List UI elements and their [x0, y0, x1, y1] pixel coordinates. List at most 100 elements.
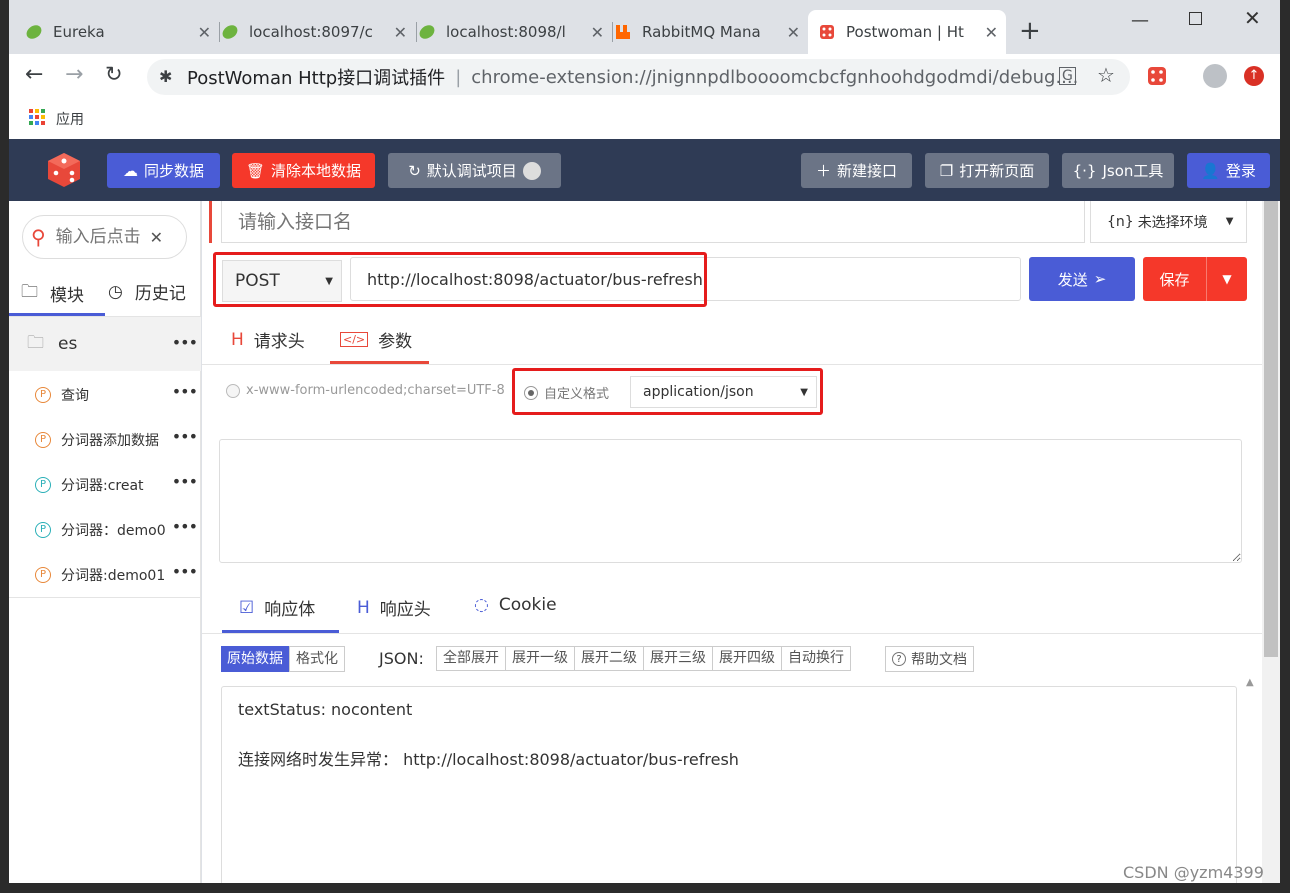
forward-icon[interactable]: → [65, 62, 83, 87]
auto-wrap-button[interactable]: 自动换行 [782, 646, 851, 671]
save-button[interactable]: 保存 [1143, 257, 1206, 301]
more-icon[interactable]: ••• [172, 427, 198, 446]
json-button-group: 全部展开 展开一级 展开二级 展开三级 展开四级 自动换行 [436, 646, 851, 671]
post-method-icon: P [35, 476, 51, 493]
postwoman-logo-icon [45, 151, 83, 193]
caret-down-icon: ▼ [1222, 272, 1232, 286]
chrome-badge-icon [522, 161, 541, 180]
address-bar[interactable]: ✱ PostWoman Http接口调试插件 | chrome-extensio… [147, 59, 1130, 95]
json-tool-button[interactable]: {·} Json工具 [1062, 153, 1174, 188]
list-item[interactable]: P 分词器添加数据 ••• [9, 417, 201, 462]
dice-icon[interactable] [1147, 66, 1167, 90]
sync-button[interactable]: ☁ 同步数据 [107, 153, 220, 188]
close-icon[interactable]: ✕ [591, 23, 604, 42]
tab-params[interactable]: </> 参数 [340, 327, 412, 352]
translate-icon[interactable]: G [1059, 67, 1076, 85]
more-icon[interactable]: ••• [172, 517, 198, 536]
rabbitmq-icon [614, 23, 632, 41]
spring-leaf-icon [418, 23, 436, 41]
environment-select[interactable]: {n} 未选择环境 ▼ [1090, 201, 1247, 243]
list-item[interactable]: P 分词器：demo0 ••• [9, 507, 201, 552]
json-label: JSON: [379, 649, 424, 668]
clear-search-icon[interactable]: ✕ [150, 228, 163, 247]
tab-title: RabbitMQ Mana [642, 23, 761, 41]
tab-localhost-8098[interactable]: localhost:8098/l ✕ [418, 10, 612, 54]
tab-history[interactable]: ◷ 历史记 [108, 279, 186, 305]
dice-icon [818, 23, 836, 41]
save-dropdown-button[interactable]: ▼ [1206, 257, 1247, 301]
form-urlencoded-radio[interactable]: x-www-form-urlencoded;charset=UTF-8 [226, 383, 505, 398]
star-icon[interactable]: ☆ [1097, 63, 1115, 87]
tab-cookie[interactable]: ◌ Cookie [474, 595, 557, 615]
expand-all-button[interactable]: 全部展开 [437, 646, 506, 671]
apps-grid-icon[interactable] [29, 109, 45, 125]
tab-rabbitmq[interactable]: RabbitMQ Mana ✕ [614, 10, 808, 54]
expand-level4-button[interactable]: 展开四级 [713, 646, 782, 671]
folder-es[interactable]: 🗀 es ••• [9, 317, 201, 371]
tab-eureka[interactable]: Eureka ✕ [25, 10, 219, 54]
address-title: PostWoman Http接口调试插件 [187, 68, 446, 89]
watermark: CSDN @yzm4399 [1123, 863, 1264, 882]
apps-label[interactable]: 应用 [56, 109, 84, 129]
reload-icon[interactable]: ↻ [105, 62, 123, 86]
address-url: chrome-extension://jnignnpdlboooomcbcfgn… [471, 66, 1079, 88]
bookmarks-bar: 应用 [9, 99, 1280, 139]
close-icon[interactable]: ✕ [394, 23, 407, 42]
tab-request-headers[interactable]: H 请求头 [231, 327, 305, 353]
send-button[interactable]: 发送 ➢ [1029, 257, 1135, 301]
help-docs-button[interactable]: ? 帮助文档 [885, 646, 974, 672]
more-icon[interactable]: ••• [172, 382, 198, 401]
back-icon[interactable]: ← [25, 62, 43, 87]
clear-local-button[interactable]: 🗑 清除本地数据 [232, 153, 375, 188]
highlight-box [213, 252, 707, 307]
help-icon: ? [892, 652, 906, 666]
expand-level3-button[interactable]: 展开三级 [644, 646, 713, 671]
close-icon[interactable]: ✕ [198, 23, 211, 42]
raw-data-button[interactable]: 原始数据 [221, 646, 289, 672]
tab-modules[interactable]: 🗀 模块 [21, 279, 84, 308]
search-box[interactable]: ⚲ ✕ [22, 215, 187, 259]
expand-level2-button[interactable]: 展开二级 [575, 646, 644, 671]
maximize-button[interactable] [1189, 12, 1202, 25]
tab-title: Eureka [53, 23, 105, 41]
close-window-button[interactable]: ✕ [1244, 6, 1261, 30]
checkbox-icon: ☑ [239, 597, 255, 618]
update-icon[interactable]: ↑ [1244, 66, 1264, 86]
more-icon[interactable]: ••• [172, 562, 198, 581]
tab-localhost-8097[interactable]: localhost:8097/c ✕ [221, 10, 415, 54]
close-icon[interactable]: ✕ [985, 23, 998, 42]
minimize-button[interactable]: — [1131, 10, 1149, 31]
request-body-textarea[interactable] [219, 439, 1242, 563]
new-api-button[interactable]: ＋新建接口 [801, 153, 912, 188]
expand-level1-button[interactable]: 展开一级 [506, 646, 575, 671]
post-method-icon: P [35, 431, 51, 448]
default-project-button[interactable]: ↻ 默认调试项目 [388, 153, 561, 188]
more-icon[interactable]: ••• [172, 333, 198, 352]
scroll-up-icon[interactable]: ▲ [1246, 677, 1254, 688]
new-tab-button[interactable]: + [1019, 16, 1041, 46]
formatted-button[interactable]: 格式化 [289, 646, 345, 672]
tab-title: localhost:8098/l [446, 23, 566, 41]
scrollbar-thumb[interactable] [1264, 201, 1278, 657]
folder-icon: 🗀 [21, 282, 38, 302]
profile-avatar-icon[interactable] [1203, 64, 1227, 88]
open-new-page-button[interactable]: ❐ 打开新页面 [925, 153, 1049, 188]
tab-response-headers[interactable]: H 响应头 [357, 595, 431, 621]
user-icon: 👤 [1201, 161, 1220, 180]
response-output[interactable]: textStatus: nocontent 连接网络时发生异常： http://… [221, 686, 1237, 883]
close-icon[interactable]: ✕ [787, 23, 800, 42]
browser-window: Eureka ✕ localhost:8097/c ✕ localhost:80… [9, 0, 1280, 883]
tab-postwoman[interactable]: Postwoman | Ht ✕ [808, 10, 1006, 54]
list-item[interactable]: P 分词器:demo01 ••• [9, 552, 201, 597]
tab-response-body[interactable]: ☑ 响应体 [239, 595, 315, 621]
list-item[interactable]: P 分词器:creat ••• [9, 462, 201, 507]
post-method-icon: P [35, 521, 51, 538]
list-item[interactable]: P 查询 ••• [9, 372, 201, 417]
login-button[interactable]: 👤 登录 [1187, 153, 1270, 188]
cloud-icon: ☁ [122, 161, 138, 180]
more-icon[interactable]: ••• [172, 472, 198, 491]
caret-down-icon: ▼ [1225, 216, 1234, 227]
api-name-input[interactable] [221, 201, 1085, 243]
scrollbar[interactable] [1262, 201, 1280, 883]
search-input[interactable] [55, 227, 146, 247]
